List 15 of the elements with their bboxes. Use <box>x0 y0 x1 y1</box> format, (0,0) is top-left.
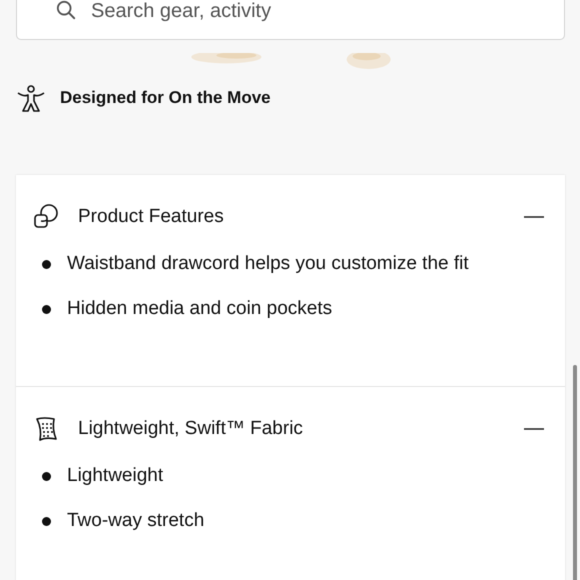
section-title: Lightweight, Swift™ Fabric <box>78 418 304 440</box>
feature-text: Hidden media and coin pockets <box>67 298 332 320</box>
person-icon <box>16 83 46 113</box>
designed-for-label: Designed for On the Move <box>60 88 271 108</box>
feature-text: Two-way stretch <box>67 510 204 532</box>
overlapping-shapes-icon <box>32 203 60 231</box>
bullet-icon <box>42 304 51 314</box>
bullet-icon <box>42 516 51 526</box>
feature-text: Lightweight <box>67 465 164 487</box>
bullet-icon <box>42 472 51 480</box>
feature-text: Waistband drawcord helps you customize the fit <box>67 253 469 275</box>
section-title: Product Features <box>78 206 225 228</box>
scrollbar[interactable] <box>573 365 577 580</box>
search-field[interactable]: Search gear, activity <box>16 0 565 40</box>
bullet-icon <box>42 260 51 268</box>
